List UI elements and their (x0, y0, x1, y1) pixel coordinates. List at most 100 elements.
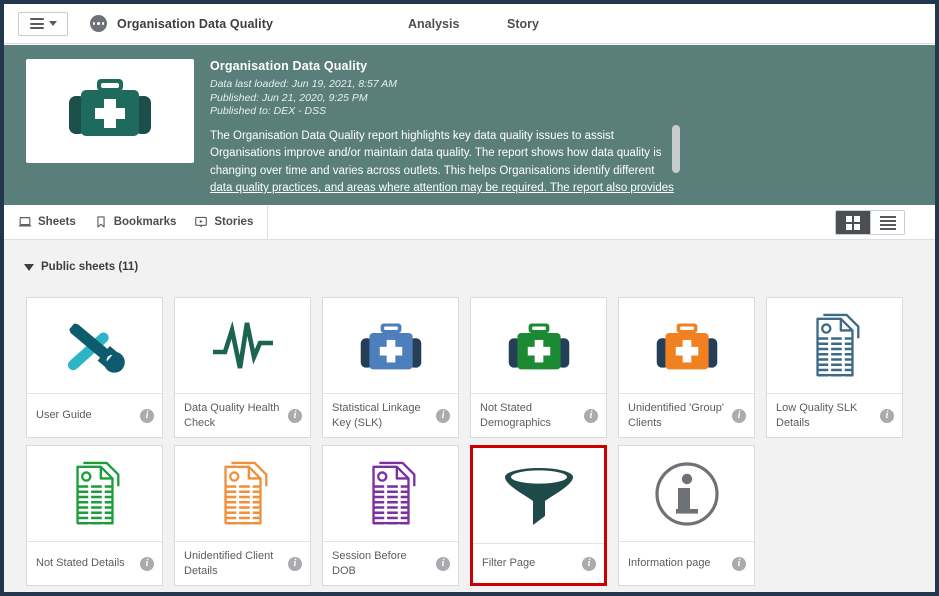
banner-scrollbar-thumb[interactable] (672, 125, 680, 173)
medical-bag-icon (69, 79, 151, 136)
info-icon[interactable]: i (584, 408, 598, 423)
sheet-title: Unidentified Client Details (184, 550, 274, 577)
sheet-card-footer: Statistical Linkage Key (SLK) i (323, 394, 458, 437)
sheet-card-inner[interactable]: Filter Page i (470, 445, 607, 586)
sheet-thumbnail[interactable] (471, 298, 606, 394)
banner-description-line: The Organisation Data Quality report hig… (210, 129, 614, 142)
sheet-card-session-before-dob[interactable]: Session Before DOB i (322, 445, 470, 592)
sheet-thumbnail[interactable] (175, 446, 310, 542)
top-navigation-bar: Organisation Data Quality Analysis Story (4, 4, 935, 44)
tab-sheets-label: Sheets (38, 216, 76, 228)
content-tabs-bar: Sheets Bookmarks Stories (4, 205, 935, 240)
info-icon[interactable]: i (140, 408, 154, 423)
sheet-thumbnail[interactable] (473, 448, 604, 544)
info-icon[interactable]: i (288, 556, 302, 571)
nav-story[interactable]: Story (507, 17, 539, 31)
sheet-card-inner[interactable]: Not Stated Demographics i (470, 297, 607, 438)
hamburger-icon (29, 18, 44, 29)
sheet-thumbnail[interactable] (619, 298, 754, 394)
sheet-thumbnail[interactable] (175, 298, 310, 394)
app-dots-icon (90, 15, 107, 32)
banner-title: Organisation Data Quality (210, 59, 368, 73)
caret-down-icon (24, 263, 34, 271)
sheet-card-unidentified-client-details[interactable]: Unidentified Client Details i (174, 445, 322, 592)
info-icon[interactable]: i (732, 408, 746, 423)
heartbeat-icon (212, 320, 273, 368)
app-banner: Organisation Data Quality Data last load… (4, 45, 935, 205)
sheet-card-footer: Filter Page i (473, 544, 604, 583)
list-view-icon (879, 215, 896, 230)
banner-description-line: changing over time and varies across out… (210, 164, 655, 177)
sheet-title: Statistical Linkage Key (SLK) (332, 402, 421, 429)
info-icon[interactable]: i (436, 556, 450, 571)
sheet-card-statistical-linkage-key-slk[interactable]: Statistical Linkage Key (SLK) i (322, 297, 470, 445)
sheet-title: Session Before DOB (332, 550, 407, 577)
tab-bookmarks[interactable]: Bookmarks (94, 215, 177, 229)
banner-description-line: Organisations improve and/or maintain da… (210, 147, 662, 159)
navigation-menu-button[interactable] (18, 11, 68, 36)
info-icon[interactable]: i (140, 556, 154, 571)
sheet-card-footer: Unidentified Client Details i (175, 542, 310, 585)
sheet-card-inner[interactable]: Unidentified 'Group' Clients i (618, 297, 755, 438)
info-icon[interactable]: i (732, 556, 746, 571)
list-view-button[interactable] (870, 211, 904, 234)
sheet-card-footer: Not Stated Details i (27, 542, 162, 585)
sheet-title: Not Stated Demographics (480, 402, 551, 429)
sheet-card-footer: Not Stated Demographics i (471, 394, 606, 437)
sheet-card-inner[interactable]: Statistical Linkage Key (SLK) i (322, 297, 459, 438)
sheet-title: Filter Page (482, 557, 536, 570)
sheet-title: Not Stated Details (36, 557, 125, 570)
sheet-thumbnail[interactable] (27, 446, 162, 542)
tab-sheets[interactable]: Sheets (18, 215, 76, 229)
tab-bookmarks-label: Bookmarks (113, 216, 177, 228)
sheet-thumbnail[interactable] (767, 298, 902, 394)
sheet-card-information-page[interactable]: Information page i (618, 445, 766, 592)
sheet-thumbnail[interactable] (27, 298, 162, 394)
sheet-card-data-quality-health-check[interactable]: Data Quality Health Check i (174, 297, 322, 445)
content-tabs-group: Sheets Bookmarks Stories (18, 205, 269, 239)
sheet-card-inner[interactable]: Low Quality SLK Details i (766, 297, 903, 438)
info-icon[interactable]: i (582, 556, 596, 571)
sheet-title: Low Quality SLK Details (776, 402, 858, 429)
tab-stories[interactable]: Stories (194, 215, 253, 229)
sheet-title: User Guide (36, 409, 92, 422)
sheet-card-not-stated-details[interactable]: Not Stated Details i (26, 445, 174, 592)
public-sheets-title: Public sheets (11) (41, 261, 139, 273)
public-sheets-section-header[interactable]: Public sheets (11) (24, 261, 138, 273)
app-thumbnail (26, 59, 194, 163)
sheet-card-inner[interactable]: Not Stated Details i (26, 445, 163, 586)
sheet-card-inner[interactable]: Session Before DOB i (322, 445, 459, 586)
info-icon[interactable]: i (880, 408, 894, 423)
grid-view-button[interactable] (836, 211, 871, 234)
app-banner-text: Organisation Data Quality Data last load… (210, 59, 935, 205)
sheet-card-inner[interactable]: Information page i (618, 445, 755, 586)
sheet-card-footer: Information page i (619, 542, 754, 585)
sheet-card-not-stated-demographics[interactable]: Not Stated Demographics i (470, 297, 618, 445)
sheets-icon (18, 217, 32, 227)
tab-stories-label: Stories (214, 216, 254, 228)
info-icon[interactable]: i (436, 408, 450, 423)
bookmark-icon (97, 216, 105, 228)
info-icon[interactable]: i (288, 408, 302, 423)
sheet-card-user-guide[interactable]: User Guide i (26, 297, 174, 445)
sheet-thumbnail[interactable] (619, 446, 754, 542)
banner-scrollbar[interactable] (672, 125, 680, 200)
sheet-card-low-quality-slk-details[interactable]: Low Quality SLK Details i (766, 297, 914, 445)
sheet-card-filter-page[interactable]: Filter Page i (470, 445, 618, 592)
banner-description-line: data quality practices, and areas where … (210, 182, 674, 194)
sheet-card-unidentified-group-clients[interactable]: Unidentified 'Group' Clients i (618, 297, 766, 445)
chevron-down-icon (48, 21, 57, 26)
view-mode-toggle[interactable] (835, 210, 905, 235)
sheet-card-inner[interactable]: Unidentified Client Details i (174, 445, 311, 586)
sheet-thumbnail[interactable] (323, 446, 458, 542)
banner-meta-published: Published: Jun 21, 2020, 9:25 PM (210, 91, 368, 104)
nav-analysis[interactable]: Analysis (408, 17, 459, 31)
sheet-card-inner[interactable]: Data Quality Health Check i (174, 297, 311, 438)
sheet-card-inner[interactable]: User Guide i (26, 297, 163, 438)
sheet-card-footer: Low Quality SLK Details i (767, 394, 902, 437)
app-title: Organisation Data Quality (117, 16, 274, 31)
report-docs-icon (75, 461, 119, 524)
medical-bag-icon (656, 323, 717, 369)
sheet-card-footer: Data Quality Health Check i (175, 394, 310, 437)
sheet-thumbnail[interactable] (323, 298, 458, 394)
